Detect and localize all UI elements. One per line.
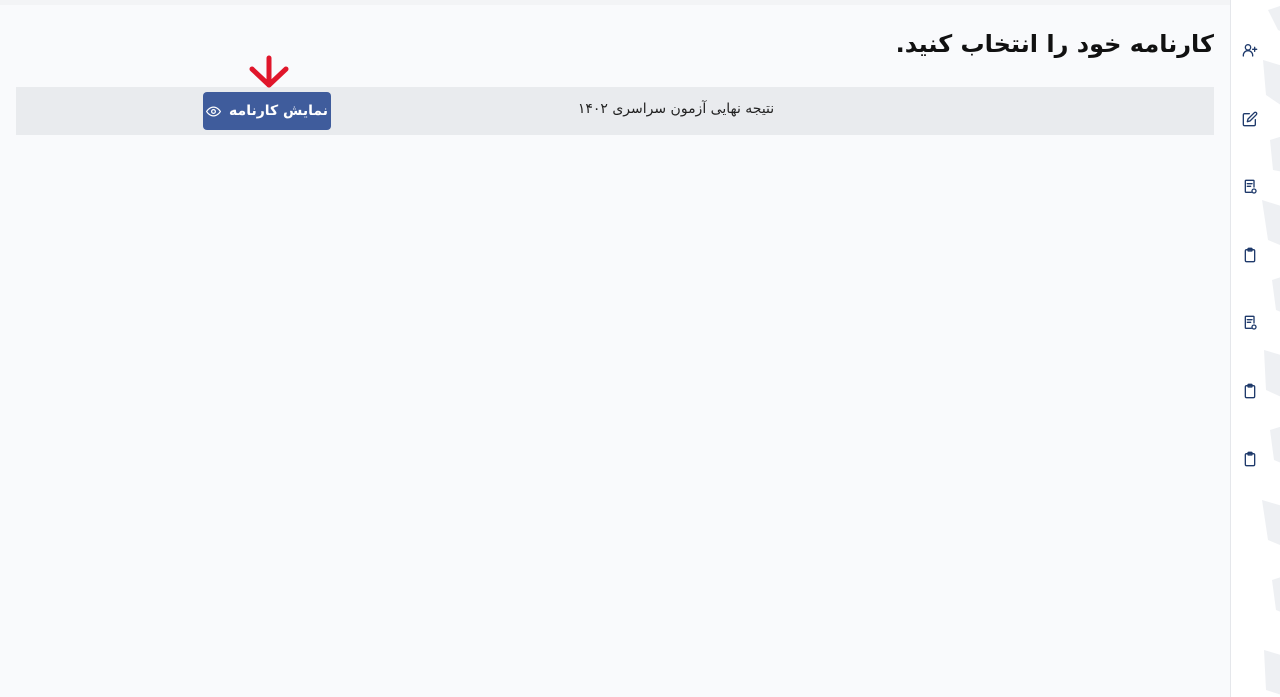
eye-icon — [206, 106, 222, 116]
sidebar-item-report-1[interactable] — [1239, 176, 1261, 198]
edit-icon — [1242, 111, 1258, 127]
clipboard-icon — [1244, 451, 1256, 467]
sidebar-item-report-2[interactable] — [1239, 312, 1261, 334]
page: کارنامه خود را انتخاب کنید. نتیجه نهایی … — [0, 0, 1280, 697]
sidebar-item-clipboard-3[interactable] — [1239, 448, 1261, 470]
show-report-button[interactable]: نمایش کارنامه — [203, 92, 331, 130]
sidebar-item-clipboard-1[interactable] — [1239, 244, 1261, 266]
sidebar — [1230, 0, 1280, 697]
arrow-down-icon — [249, 55, 289, 88]
document-badge-icon — [1244, 315, 1257, 330]
sidebar-item-clipboard-2[interactable] — [1239, 380, 1261, 402]
document-badge-icon — [1244, 179, 1257, 194]
decorative-pattern — [1262, 6, 1280, 695]
sidebar-item-edit[interactable] — [1239, 108, 1261, 130]
clipboard-icon — [1244, 383, 1256, 399]
clipboard-icon — [1244, 247, 1256, 263]
report-name: نتیجه نهایی آزمون سراسری ۱۴۰۲ — [577, 101, 775, 117]
page-title: کارنامه خود را انتخاب کنید. — [895, 30, 1214, 58]
user-plus-icon — [1242, 44, 1258, 57]
show-report-button-label: نمایش کارنامه — [229, 103, 328, 119]
sidebar-item-add-user[interactable] — [1239, 39, 1261, 61]
main-content: کارنامه خود را انتخاب کنید. نتیجه نهایی … — [0, 0, 1230, 697]
report-row: نتیجه نهایی آزمون سراسری ۱۴۰۲ نمایش کارن… — [16, 87, 1214, 135]
